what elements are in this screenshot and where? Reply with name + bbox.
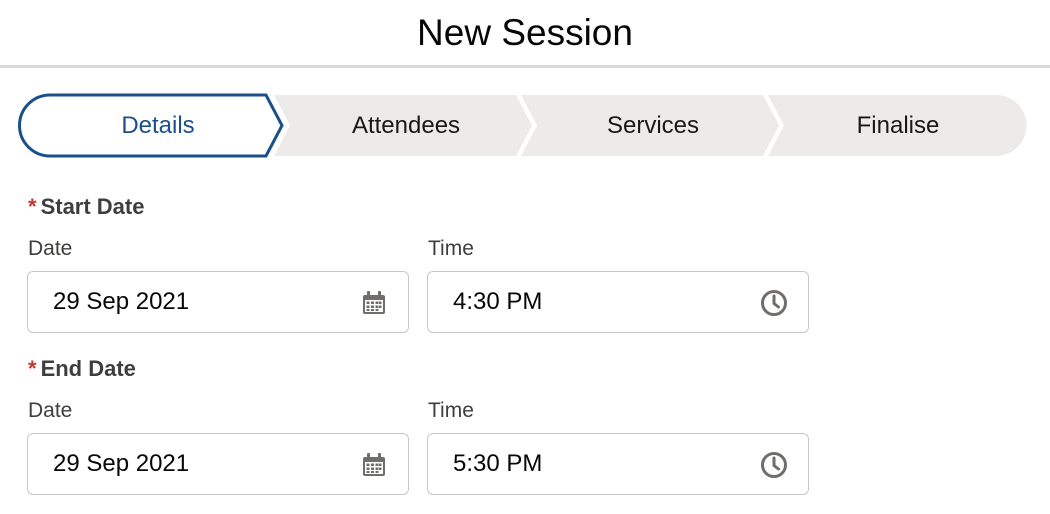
calendar-icon[interactable] [360, 451, 388, 479]
tab-attendees[interactable]: Attendees [306, 93, 506, 158]
end-time-input[interactable]: 5:30 PM [427, 433, 809, 495]
modal-title: New Session [417, 12, 633, 53]
clock-icon[interactable] [760, 289, 788, 317]
end-time-value: 5:30 PM [453, 450, 543, 477]
end-date-label: End Date [40, 356, 136, 381]
end-time-field-label: Time [428, 399, 474, 422]
path-stepper: Details Attendees Services Finalise [18, 93, 1030, 158]
required-mark: * [28, 194, 37, 219]
tab-services[interactable]: Services [553, 93, 753, 158]
clock-icon[interactable] [760, 451, 788, 479]
start-time-field-label: Time [428, 237, 474, 260]
start-date-field-label: Date [28, 237, 73, 260]
end-date-value: 29 Sep 2021 [53, 450, 190, 477]
start-date-heading: * Start Date [28, 194, 144, 220]
start-time-input[interactable]: 4:30 PM [427, 271, 809, 333]
end-date-input[interactable]: 29 Sep 2021 [27, 433, 409, 495]
end-date-heading: * End Date [28, 356, 136, 382]
start-date-label: Start Date [40, 194, 145, 219]
start-date-value: 29 Sep 2021 [53, 288, 190, 315]
tab-finalise[interactable]: Finalise [798, 93, 998, 158]
modal-header: New Session [0, 0, 1050, 68]
start-time-value: 4:30 PM [453, 288, 543, 315]
start-date-input[interactable]: 29 Sep 2021 [27, 271, 409, 333]
required-mark: * [28, 356, 37, 381]
tab-details[interactable]: Details [58, 93, 258, 158]
end-date-field-label: Date [28, 399, 73, 422]
calendar-icon[interactable] [360, 289, 388, 317]
